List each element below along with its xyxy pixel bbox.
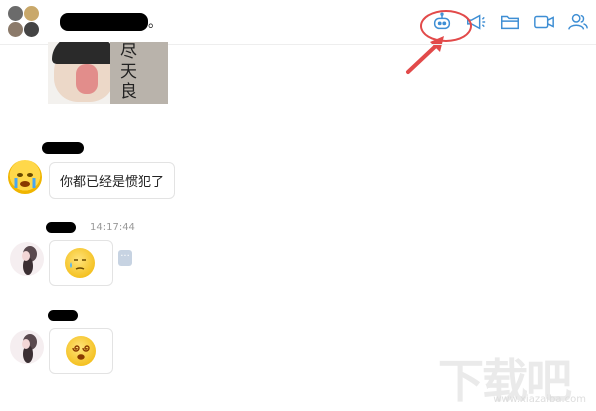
- chat-header: 。: [0, 0, 596, 44]
- sticker-text-panel: 尽 天 良: [110, 42, 168, 104]
- message-text: 你都已经是惯犯了: [60, 175, 165, 190]
- sticker-hand: [76, 64, 98, 94]
- chat-title-suffix: 。: [148, 15, 162, 31]
- avatar[interactable]: [10, 242, 44, 276]
- avatar[interactable]: [8, 160, 42, 194]
- sticker-char: 尽: [120, 42, 137, 62]
- watermark: 下载吧 www.xiazaiba.com: [438, 345, 588, 408]
- sticker-char: 良: [120, 82, 137, 102]
- message-bubble[interactable]: [49, 240, 113, 286]
- members-icon[interactable]: [566, 10, 590, 34]
- redacted-sender-name: [42, 142, 84, 154]
- annotation-arrow: [406, 36, 444, 74]
- dizzy-emoji-icon: [66, 336, 96, 366]
- sticker-char: 天: [120, 62, 137, 82]
- message-bubble[interactable]: [49, 328, 113, 374]
- video-camera-icon[interactable]: [532, 10, 556, 34]
- message-bubble[interactable]: 你都已经是惯犯了: [49, 162, 176, 199]
- redacted-sender-name: [48, 310, 78, 321]
- sticker-hair: [52, 42, 116, 64]
- watermark-url: www.xiazaiba.com: [493, 394, 586, 405]
- message-timestamp: 14:17:44: [90, 222, 135, 233]
- more-options-icon[interactable]: ···: [118, 250, 132, 266]
- group-avatar[interactable]: [8, 6, 40, 38]
- redacted-sender-name: [46, 222, 76, 233]
- avatar[interactable]: [10, 330, 44, 364]
- sweat-emoji-icon: [65, 248, 95, 278]
- folder-icon[interactable]: [498, 10, 522, 34]
- redacted-title: [60, 13, 148, 31]
